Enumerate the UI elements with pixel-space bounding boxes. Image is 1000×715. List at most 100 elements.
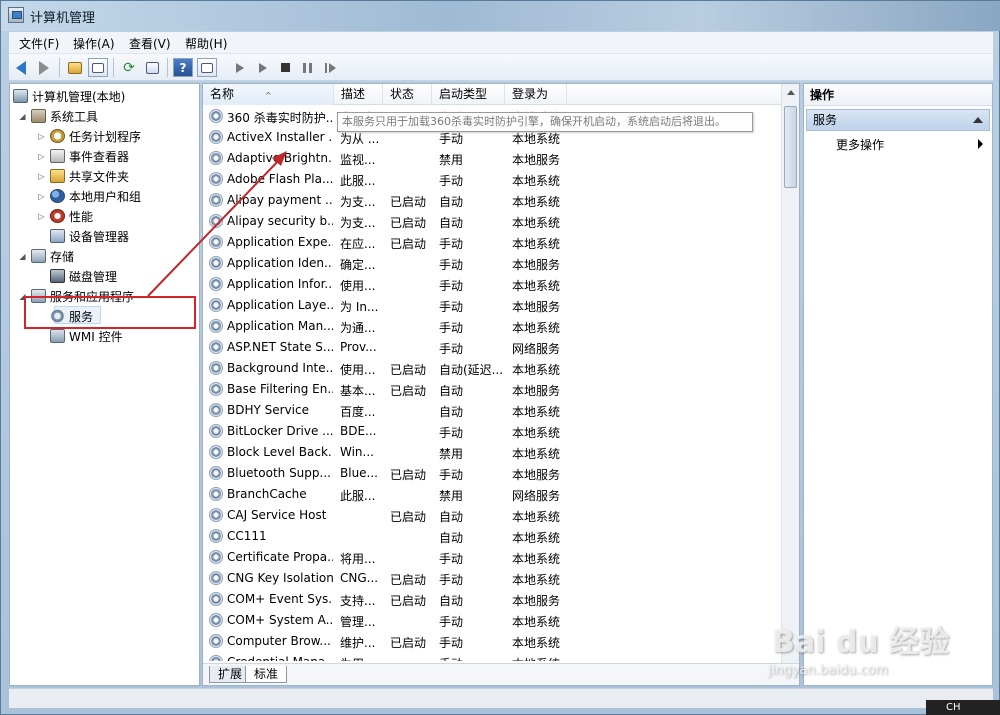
forward-button[interactable] [34, 58, 54, 77]
show-hide-tree-button[interactable] [88, 58, 108, 77]
back-button[interactable] [11, 58, 31, 77]
refresh-button[interactable]: ⟳ [119, 58, 139, 77]
menu-help[interactable]: 帮助(H) [185, 35, 227, 52]
service-row[interactable]: Alipay security b... 为支... 已启动 自动 本地系统 [203, 211, 781, 232]
service-startup-cell: 手动 [439, 174, 464, 188]
service-row[interactable]: Application Infor... 使用... 手动 本地系统 [203, 274, 781, 295]
start-service-button[interactable] [230, 58, 250, 77]
tree-task-scheduler[interactable]: ▷ 任务计划程序 [37, 127, 141, 145]
tree-root[interactable]: 计算机管理(本地) [13, 87, 125, 105]
up-folder-button[interactable] [65, 58, 85, 77]
ime-indicator[interactable]: CH [926, 700, 1000, 715]
service-logon-cell: 本地服务 [512, 594, 561, 608]
tree-storage[interactable]: ◢ 存储 [18, 247, 74, 265]
expand-triangle-icon[interactable]: ▷ [37, 132, 46, 141]
service-row[interactable]: BitLocker Drive ... BDE... 手动 本地系统 [203, 421, 781, 442]
collapse-triangle-icon[interactable]: ◢ [18, 252, 27, 261]
pause-icon [302, 62, 312, 73]
expand-triangle-icon[interactable]: ▷ [37, 152, 46, 161]
more-actions-link[interactable]: 更多操作 [836, 136, 884, 153]
service-row[interactable]: Application Expe... 在应... 已启动 手动 本地系统 [203, 232, 781, 253]
title-bar[interactable]: 计算机管理 [1, 1, 1000, 31]
tree-system-tools[interactable]: ◢ 系统工具 [18, 107, 98, 125]
column-log-on-as[interactable]: 登录为 [505, 84, 567, 105]
service-name-cell: BranchCache [227, 487, 307, 501]
service-row[interactable]: Alipay payment ... 为支... 已启动 自动 本地系统 [203, 190, 781, 211]
clock-icon [50, 129, 65, 143]
submenu-arrow-icon [978, 139, 983, 149]
watermark-url: jingyan.baidu.com [768, 663, 888, 678]
column-name[interactable]: ^ 名称 [203, 84, 334, 105]
service-gear-icon [209, 529, 223, 543]
service-gear-icon [209, 445, 223, 459]
sort-ascending-icon: ^ [265, 91, 272, 100]
menu-action[interactable]: 操作(A) [73, 35, 115, 52]
restart-service-button[interactable] [320, 58, 340, 77]
service-row[interactable]: CC111 自动 本地系统 [203, 526, 781, 547]
service-row[interactable]: CAJ Service Host 已启动 自动 本地系统 [203, 505, 781, 526]
service-logon-cell: 本地系统 [512, 216, 561, 230]
service-gear-icon [209, 424, 223, 438]
service-row[interactable]: Adaptive Brightn... 监视... 禁用 本地服务 [203, 148, 781, 169]
service-row[interactable]: BranchCache 此服... 禁用 网络服务 [203, 484, 781, 505]
service-name-cell: Certificate Propa... [227, 550, 333, 564]
service-row[interactable]: Computer Brow... 维护... 已启动 手动 本地系统 [203, 631, 781, 652]
service-startup-cell: 禁用 [439, 153, 464, 167]
service-row[interactable]: Application Laye... 为 In... 手动 本地服务 [203, 295, 781, 316]
service-row[interactable]: Adobe Flash Pla... 此服... 手动 本地系统 [203, 169, 781, 190]
scroll-thumb[interactable] [784, 106, 797, 188]
expand-triangle-icon[interactable]: ▷ [37, 172, 46, 181]
service-name-cell: CNG Key Isolation [227, 571, 333, 585]
help-button[interactable]: ? [173, 58, 193, 77]
service-row[interactable]: Base Filtering En... 基本... 已启动 自动 本地服务 [203, 379, 781, 400]
properties-view-button[interactable] [197, 58, 217, 77]
scroll-up-icon[interactable] [787, 90, 795, 95]
tree-shared-folders[interactable]: ▷ 共享文件夹 [37, 167, 129, 185]
service-row[interactable]: Application Iden... 确定... 手动 本地服务 [203, 253, 781, 274]
baidu-logo: Bai du 经验 [772, 625, 950, 660]
service-row[interactable]: BDHY Service 百度... 自动 本地系统 [203, 400, 781, 421]
tab-standard[interactable]: 标准 [245, 666, 288, 683]
service-row[interactable]: COM+ System A... 管理... 手动 本地系统 [203, 610, 781, 631]
toolbar: ⟳ ? [9, 54, 993, 81]
service-gear-icon [209, 592, 223, 606]
service-row[interactable]: CNG Key Isolation CNG... 已启动 手动 本地系统 [203, 568, 781, 589]
service-startup-cell: 自动 [439, 384, 464, 398]
service-startup-cell: 手动 [439, 132, 464, 146]
tree-device-manager[interactable]: 设备管理器 [50, 227, 129, 245]
column-startup-type[interactable]: 启动类型 [432, 84, 505, 105]
service-row[interactable]: Application Man... 为通... 手动 本地系统 [203, 316, 781, 337]
service-gear-icon [209, 361, 223, 375]
collapse-up-icon[interactable] [973, 117, 983, 123]
help-icon: ? [179, 60, 187, 75]
service-row[interactable]: ASP.NET State S... Prov... 手动 网络服务 [203, 337, 781, 358]
service-row[interactable]: Credential Mana... 为用... 手动本地系统 [203, 652, 781, 661]
tree-event-viewer[interactable]: ▷ 事件查看器 [37, 147, 129, 165]
collapse-triangle-icon[interactable]: ◢ [18, 112, 27, 121]
stop-service-button[interactable] [275, 58, 295, 77]
tree-wmi[interactable]: WMI 控件 [50, 327, 123, 345]
actions-section-services[interactable]: 服务 [806, 109, 990, 131]
service-row[interactable]: Bluetooth Supp... Blue... 已启动 手动 本地服务 [203, 463, 781, 484]
service-row[interactable]: Block Level Back... Win... 禁用 本地系统 [203, 442, 781, 463]
pause-service-button[interactable] [297, 58, 317, 77]
tree-disk-management[interactable]: 磁盘管理 [50, 267, 117, 285]
expand-triangle-icon[interactable]: ▷ [37, 212, 46, 221]
tree-local-users[interactable]: ▷ 本地用户和组 [37, 187, 141, 205]
service-name-cell: COM+ System A... [227, 613, 333, 627]
tree-performance[interactable]: ▷ 性能 [37, 207, 93, 225]
column-label: 启动类型 [439, 87, 488, 101]
menu-view[interactable]: 查看(V) [129, 35, 171, 52]
export-list-button[interactable] [142, 58, 162, 77]
service-row[interactable]: Certificate Propa... 将用... 手动 本地系统 [203, 547, 781, 568]
wmi-icon [50, 329, 65, 343]
column-status[interactable]: 状态 [383, 84, 432, 105]
service-row[interactable]: COM+ Event Sys... 支持... 已启动 自动 本地服务 [203, 589, 781, 610]
service-row[interactable]: Background Inte... 使用... 已启动 自动(延迟... 本地系统 [203, 358, 781, 379]
services-list: ^ 名称 描述 状态 启动类型 登录为 360 杀毒实时防护...本服务...自… [202, 83, 800, 686]
column-description[interactable]: 描述 [334, 84, 383, 105]
start-service-alt-button[interactable] [253, 58, 273, 77]
expand-triangle-icon[interactable]: ▷ [37, 192, 46, 201]
vertical-scrollbar[interactable] [781, 84, 799, 663]
menu-file[interactable]: 文件(F) [19, 35, 59, 52]
